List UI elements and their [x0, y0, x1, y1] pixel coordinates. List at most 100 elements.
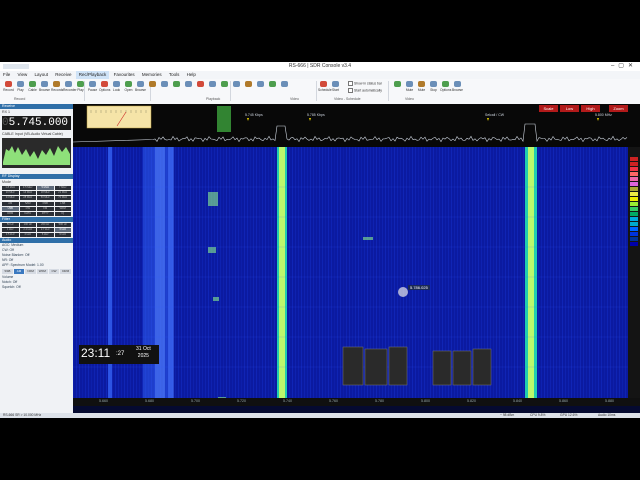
ribbon-button[interactable]: Stop — [428, 81, 439, 95]
ribbon-button[interactable] — [243, 81, 254, 95]
ribbon-button[interactable] — [207, 81, 218, 95]
grid-option-button[interactable]: 500 Hz — [54, 223, 71, 227]
ribbon-button[interactable] — [195, 81, 206, 95]
grid-option-button[interactable]: WFM — [54, 207, 71, 211]
menu-layout[interactable]: Layout — [31, 71, 51, 79]
ribbon-button[interactable]: Browse — [39, 81, 50, 95]
ribbon-button[interactable]: Mute — [404, 81, 415, 95]
ribbon-button[interactable]: Record — [3, 81, 14, 95]
ribbon-button[interactable] — [171, 81, 182, 95]
waterfall-noise-column — [568, 147, 569, 398]
ribbon-button[interactable] — [279, 81, 290, 95]
menu-rec-playback[interactable]: Rec/Playback — [75, 71, 110, 79]
audio-setting-item[interactable]: Squelch: Off — [0, 285, 73, 290]
low-control[interactable]: Low — [560, 105, 579, 112]
mode-button[interactable]: CW — [48, 269, 60, 274]
ribbon-button[interactable] — [255, 81, 266, 95]
grid-option-button[interactable]: FM — [37, 207, 54, 211]
grid-option-button[interactable]: 9 kHz — [54, 233, 71, 237]
grid-option-button[interactable]: 2.7 kHz — [37, 228, 54, 232]
mode-button[interactable]: DRM — [60, 269, 72, 274]
ribbon-button[interactable]: Browse — [452, 81, 463, 95]
spectrum-waterfall-area[interactable]: 5.745 Kbps 5.785 Kbps Selcall / CW 5.800 MH… — [73, 104, 640, 413]
grid-option-button[interactable]: 50 MHz — [37, 196, 54, 200]
ribbon-button[interactable] — [231, 81, 242, 95]
grid-option-button[interactable]: SAM — [19, 202, 36, 206]
menu-view[interactable]: View — [15, 71, 31, 79]
start-automatically-checkbox[interactable]: Start automatically — [348, 88, 382, 93]
ribbon-button[interactable]: Cable — [27, 81, 38, 95]
grid-option-button[interactable]: 28 MHz — [19, 196, 36, 200]
scale-control[interactable]: Scale — [539, 105, 558, 112]
ribbon-button[interactable]: Browse — [135, 81, 146, 95]
grid-option-button[interactable]: 3 kHz — [54, 228, 71, 232]
grid-option-button[interactable]: 70 MHz — [54, 196, 71, 200]
menu-tools[interactable]: Tools — [166, 71, 183, 79]
ribbon-button[interactable]: Play — [15, 81, 26, 95]
ribbon-button[interactable]: Look — [111, 81, 122, 95]
grid-option-button[interactable]: 7 MHz — [54, 186, 71, 190]
mode-button[interactable]: AM — [13, 269, 25, 274]
menu-memories[interactable]: Memories — [139, 71, 165, 79]
grid-option-button[interactable]: USB — [2, 207, 19, 211]
waterfall-noise-column — [559, 147, 560, 398]
ribbon-button[interactable] — [392, 81, 403, 95]
mode-button[interactable]: NFM — [25, 269, 37, 274]
show-in-status-bar-checkbox[interactable]: Show in status bar — [348, 81, 382, 86]
grid-option-button[interactable]: DSB — [37, 202, 54, 206]
grid-option-button[interactable]: 18 MHz — [37, 191, 54, 195]
grid-option-button[interactable]: 21 MHz — [54, 191, 71, 195]
ribbon-button[interactable]: Mute — [416, 81, 427, 95]
frequency-display[interactable]: 05.745.000 — [2, 116, 71, 130]
grid-option-button[interactable]: 2.4 kHz — [19, 228, 36, 232]
grid-option-button[interactable]: 5 MHz — [37, 186, 54, 190]
ribbon-button[interactable] — [267, 81, 278, 95]
grid-option-button[interactable]: 100 Hz — [19, 223, 36, 227]
ribbon-button[interactable] — [183, 81, 194, 95]
grid-option-button[interactable]: IQ — [54, 212, 71, 216]
grid-option-button[interactable]: 1.8 MHz — [2, 186, 19, 190]
menu-receive[interactable]: Receive — [52, 71, 74, 79]
menu-file[interactable]: File — [0, 71, 13, 79]
ribbon-button[interactable] — [159, 81, 170, 95]
grid-option-button[interactable]: 1 kHz — [2, 228, 19, 232]
signal-meter[interactable] — [86, 105, 152, 129]
ribbon-button[interactable]: Open — [123, 81, 134, 95]
ribbon-button[interactable]: Recorder — [63, 81, 77, 95]
high-control[interactable]: High — [581, 105, 600, 112]
grid-option-button[interactable]: 200 Hz — [37, 223, 54, 227]
grid-option-button[interactable]: 10 MHz — [2, 191, 19, 195]
ribbon-button[interactable]: Schedule — [318, 81, 332, 95]
ribbon-button[interactable]: Options — [99, 81, 110, 95]
grid-option-button[interactable]: 3.5 kHz — [2, 233, 19, 237]
grid-option-button[interactable]: 6 kHz — [37, 233, 54, 237]
window-controls[interactable]: –▢✕ — [611, 62, 637, 71]
ribbon-button[interactable]: Records — [51, 81, 63, 95]
ribbon-button[interactable] — [147, 81, 158, 95]
menu-help[interactable]: Help — [184, 71, 199, 79]
grid-option-button[interactable]: 50 Hz — [2, 223, 19, 227]
menu-favourites[interactable]: Favourites — [111, 71, 138, 79]
grid-option-button[interactable]: CW — [19, 207, 36, 211]
waterfall-noise-column — [583, 147, 584, 398]
ribbon-button[interactable] — [219, 81, 230, 95]
ribbon-button[interactable]: Pause — [87, 81, 98, 95]
grid-option-button[interactable]: DATA — [19, 212, 36, 216]
zoom-control[interactable]: Zoom — [609, 105, 628, 112]
mode-button[interactable]: SSB — [2, 269, 13, 274]
selected-bandwidth[interactable] — [217, 106, 231, 132]
color-scale-bar[interactable] — [628, 147, 640, 398]
grid-option-button[interactable]: 24 MHz — [2, 196, 19, 200]
grid-option-button[interactable]: DRM — [2, 212, 19, 216]
grid-option-button[interactable]: 14 MHz — [19, 191, 36, 195]
cursor-frequency-label: 5.786.025 — [408, 285, 430, 290]
grid-option-button[interactable]: 3.5 MHz — [19, 186, 36, 190]
ribbon-button[interactable]: Start — [330, 81, 341, 95]
grid-option-button[interactable]: 4 kHz — [19, 233, 36, 237]
grid-option-button[interactable]: LSB — [54, 202, 71, 206]
ribbon-button[interactable]: Options — [440, 81, 451, 95]
ribbon-button[interactable]: Play — [75, 81, 86, 95]
grid-option-button[interactable]: RTTY — [37, 212, 54, 216]
grid-option-button[interactable]: AM — [2, 202, 19, 206]
mode-button[interactable]: WFM — [37, 269, 48, 274]
